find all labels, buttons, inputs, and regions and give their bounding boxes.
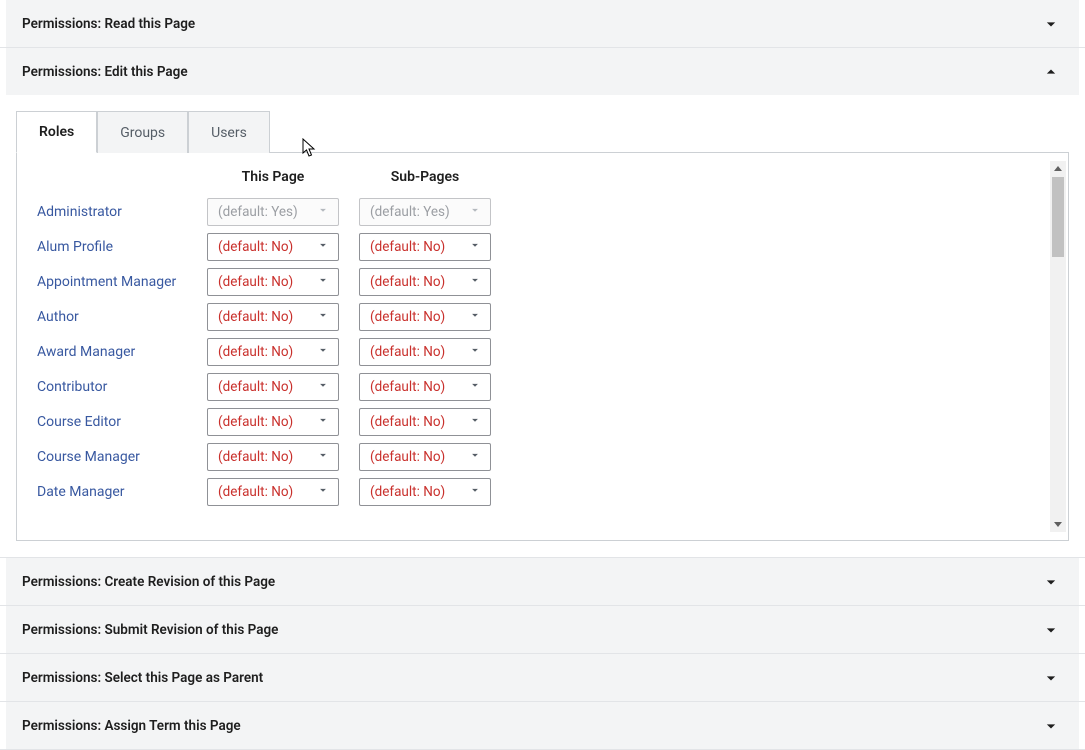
scrollbar[interactable] — [1050, 161, 1066, 532]
chevron-down-icon — [316, 483, 330, 501]
permission-select-sub-pages[interactable]: (default: No) — [359, 408, 491, 436]
chevron-down-icon — [316, 308, 330, 326]
panel-title-edit: Permissions: Edit this Page — [22, 64, 188, 80]
panel-header-create-revision[interactable]: Permissions: Create Revision of this Pag… — [6, 558, 1079, 605]
permission-select-sub-pages[interactable]: (default: No) — [359, 268, 491, 296]
chevron-down-icon — [316, 343, 330, 361]
permission-select-sub-pages[interactable]: (default: No) — [359, 373, 491, 401]
permission-select-sub-pages[interactable]: (default: No) — [359, 443, 491, 471]
permission-value: (default: Yes) — [370, 204, 450, 220]
permission-value: (default: No) — [370, 344, 445, 360]
permission-value: (default: No) — [218, 414, 293, 430]
tab-roles[interactable]: Roles — [16, 111, 97, 153]
panel-title-create-revision: Permissions: Create Revision of this Pag… — [22, 574, 275, 590]
permission-select-this-page[interactable]: (default: No) — [207, 478, 339, 506]
role-name: Appointment Manager — [37, 274, 187, 290]
tab-groups[interactable]: Groups — [97, 111, 188, 153]
permission-select-this-page[interactable]: (default: No) — [207, 443, 339, 471]
chevron-down-icon — [468, 413, 482, 431]
permission-select-sub-pages[interactable]: (default: No) — [359, 233, 491, 261]
permission-select-this-page[interactable]: (default: No) — [207, 408, 339, 436]
chevron-down-icon — [1039, 714, 1063, 738]
permission-select-this-page[interactable]: (default: No) — [207, 233, 339, 261]
chevron-down-icon — [468, 343, 482, 361]
permission-select-sub-pages[interactable]: (default: No) — [359, 303, 491, 331]
role-name: Author — [37, 309, 187, 325]
tabs: Roles Groups Users — [16, 111, 1069, 153]
chevron-down-icon — [1039, 618, 1063, 642]
tab-users[interactable]: Users — [188, 111, 270, 153]
permission-value: (default: No) — [370, 414, 445, 430]
column-header-this-page: This Page — [207, 169, 339, 191]
permission-value: (default: No) — [218, 449, 293, 465]
permission-value: (default: Yes) — [218, 204, 298, 220]
panel-header-read[interactable]: Permissions: Read this Page — [6, 0, 1079, 47]
panel-title-select-parent: Permissions: Select this Page as Parent — [22, 670, 263, 686]
chevron-up-icon — [1039, 60, 1063, 84]
role-name: Administrator — [37, 204, 187, 220]
role-name: Contributor — [37, 379, 187, 395]
chevron-down-icon — [1039, 570, 1063, 594]
permission-select-this-page[interactable]: (default: No) — [207, 338, 339, 366]
permission-value: (default: No) — [370, 379, 445, 395]
chevron-down-icon — [1039, 12, 1063, 36]
scrollbar-thumb[interactable] — [1052, 177, 1064, 257]
chevron-down-icon — [468, 483, 482, 501]
permission-value: (default: No) — [218, 274, 293, 290]
panel-header-select-parent[interactable]: Permissions: Select this Page as Parent — [6, 654, 1079, 701]
panel-header-assign-term[interactable]: Permissions: Assign Term this Page — [6, 702, 1079, 749]
role-name: Award Manager — [37, 344, 187, 360]
chevron-down-icon — [316, 238, 330, 256]
permission-value: (default: No) — [218, 239, 293, 255]
permission-select-this-page[interactable]: (default: Yes) — [207, 198, 339, 226]
chevron-down-icon — [468, 238, 482, 256]
permission-value: (default: No) — [218, 484, 293, 500]
permission-value: (default: No) — [370, 484, 445, 500]
chevron-down-icon — [316, 413, 330, 431]
chevron-down-icon — [316, 203, 330, 221]
panel-title-assign-term: Permissions: Assign Term this Page — [22, 718, 241, 734]
permission-select-this-page[interactable]: (default: No) — [207, 268, 339, 296]
permission-value: (default: No) — [370, 239, 445, 255]
chevron-down-icon — [1039, 666, 1063, 690]
permission-value: (default: No) — [218, 344, 293, 360]
chevron-down-icon — [468, 308, 482, 326]
permission-value: (default: No) — [370, 274, 445, 290]
scroll-up-icon[interactable] — [1050, 161, 1066, 177]
permission-select-this-page[interactable]: (default: No) — [207, 303, 339, 331]
chevron-down-icon — [468, 448, 482, 466]
role-name: Alum Profile — [37, 239, 187, 255]
chevron-down-icon — [468, 273, 482, 291]
permission-select-this-page[interactable]: (default: No) — [207, 373, 339, 401]
chevron-down-icon — [316, 378, 330, 396]
panel-title-read: Permissions: Read this Page — [22, 16, 195, 32]
panel-header-submit-revision[interactable]: Permissions: Submit Revision of this Pag… — [6, 606, 1079, 653]
permission-select-sub-pages[interactable]: (default: Yes) — [359, 198, 491, 226]
panel-header-edit[interactable]: Permissions: Edit this Page — [6, 48, 1079, 95]
chevron-down-icon — [316, 448, 330, 466]
permission-value: (default: No) — [218, 309, 293, 325]
chevron-down-icon — [316, 273, 330, 291]
permission-value: (default: No) — [218, 379, 293, 395]
chevron-down-icon — [468, 378, 482, 396]
scroll-down-icon[interactable] — [1050, 516, 1066, 532]
chevron-down-icon — [468, 203, 482, 221]
permission-select-sub-pages[interactable]: (default: No) — [359, 478, 491, 506]
panel-title-submit-revision: Permissions: Submit Revision of this Pag… — [22, 622, 278, 638]
permission-select-sub-pages[interactable]: (default: No) — [359, 338, 491, 366]
permission-value: (default: No) — [370, 309, 445, 325]
role-name: Course Editor — [37, 414, 187, 430]
role-name: Course Manager — [37, 449, 187, 465]
column-header-sub-pages: Sub-Pages — [359, 169, 491, 191]
permission-value: (default: No) — [370, 449, 445, 465]
role-name: Date Manager — [37, 484, 187, 500]
